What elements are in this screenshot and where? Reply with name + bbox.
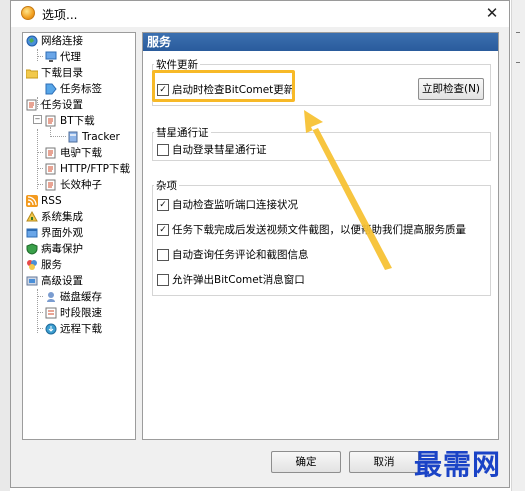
remote-icon	[45, 323, 57, 335]
check-listen-port-checkbox[interactable]: ✓	[157, 199, 169, 211]
tracker-icon	[67, 131, 79, 143]
background-window-edge-right	[511, 0, 525, 491]
task-icon	[26, 99, 38, 111]
auto-login-checkbox[interactable]	[157, 144, 169, 156]
schedule-icon	[45, 307, 57, 319]
integration-icon	[26, 210, 38, 223]
background-window-edge-left	[0, 0, 10, 491]
tag-icon	[45, 83, 57, 95]
misc-title: 杂项	[154, 178, 179, 193]
ok-button[interactable]: 确定	[271, 451, 341, 473]
close-button[interactable]: ✕	[481, 3, 503, 23]
folder-icon	[25, 67, 39, 79]
advanced-icon	[26, 275, 38, 287]
service-icon	[26, 259, 38, 271]
close-icon: ✕	[485, 4, 499, 22]
http-icon	[45, 163, 57, 175]
emule-icon	[45, 147, 57, 159]
check-now-button[interactable]: 立即检查(N)	[418, 78, 484, 100]
comet-pass-title: 彗星通行证	[154, 125, 211, 140]
query-task-comments-checkbox[interactable]	[157, 249, 169, 261]
settings-tree[interactable]: − 网络连接 代理 下载目录 任务标签 任务设置 BT下载 Tracker 电驴…	[22, 32, 136, 440]
send-video-screenshot-checkbox[interactable]: ✓	[157, 224, 169, 236]
collapse-bt-expander[interactable]: −	[33, 115, 42, 124]
appearance-icon	[26, 227, 38, 239]
annotation-highlight-box	[152, 70, 295, 102]
cancel-button[interactable]: 取消	[349, 451, 419, 473]
rss-icon	[26, 195, 38, 207]
seed-icon	[45, 179, 57, 191]
globe-icon	[26, 35, 38, 47]
watermark-logo: 最需网	[414, 448, 502, 481]
allow-popup-checkbox[interactable]	[157, 274, 169, 286]
bt-icon	[45, 115, 57, 127]
network-icon	[45, 51, 57, 63]
panel-header: 服务	[143, 33, 498, 51]
title-bar[interactable]: 选项... ✕	[11, 1, 509, 27]
shield-icon	[26, 243, 38, 255]
disk-cache-icon	[45, 291, 57, 303]
bitcomet-app-icon	[21, 6, 35, 20]
window-title: 选项...	[42, 8, 78, 22]
